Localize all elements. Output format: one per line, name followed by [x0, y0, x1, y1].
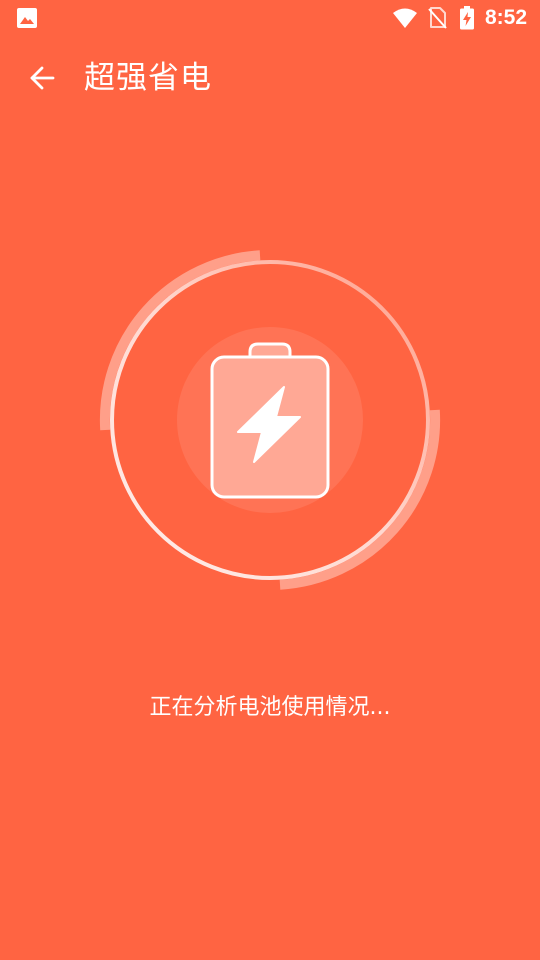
wifi-icon [393, 8, 417, 28]
battery-bolt-icon [210, 342, 330, 499]
analysis-status-text: 正在分析电池使用情况... [149, 695, 391, 720]
clock-time: 8:52 [485, 6, 528, 29]
gallery-icon [17, 8, 37, 28]
no-sim-icon [428, 7, 447, 29]
back-button[interactable] [18, 54, 66, 102]
battery-scan-animation [99, 250, 441, 590]
battery-charging-icon [460, 6, 474, 30]
app-bar: 超强省电 [0, 36, 540, 122]
arrow-left-icon [30, 66, 55, 90]
status-bar: 8:52 [0, 0, 540, 36]
page-title: 超强省电 [84, 60, 212, 96]
